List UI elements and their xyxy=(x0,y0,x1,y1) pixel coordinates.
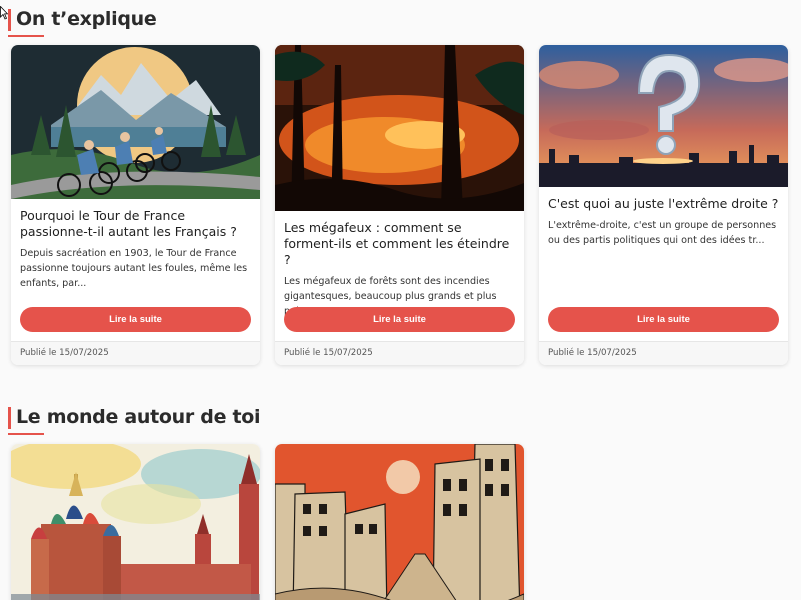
publish-date: Publié le 15/07/2025 xyxy=(539,341,788,365)
section-title: Le monde autour de toi xyxy=(16,406,261,428)
article-image[interactable] xyxy=(11,444,260,600)
article-card[interactable] xyxy=(11,444,260,600)
article-excerpt: L'extrême-droite, c'est un groupe de per… xyxy=(548,220,777,246)
article-image[interactable] xyxy=(539,45,788,187)
read-more-button[interactable]: Lire la suite xyxy=(284,307,515,332)
read-more-button[interactable]: Lire la suite xyxy=(548,307,779,332)
publish-date: Publié le 15/07/2025 xyxy=(275,341,524,365)
article-image[interactable] xyxy=(11,45,260,199)
article-image[interactable] xyxy=(275,45,524,211)
article-excerpt: Depuis sacréation en 1903, le Tour de Fr… xyxy=(20,248,248,289)
article-card[interactable] xyxy=(275,444,524,600)
heading-underline xyxy=(8,433,44,435)
article-title[interactable]: C'est quoi au juste l'extrême droite ? xyxy=(548,196,779,212)
section-heading-monde: Le monde autour de toi xyxy=(8,406,261,435)
article-title[interactable]: Les mégafeux : comment se forment-ils et… xyxy=(284,220,515,268)
article-card[interactable]: Pourquoi le Tour de France passionne-t-i… xyxy=(11,45,260,365)
article-card[interactable]: Les mégafeux : comment se forment-ils et… xyxy=(275,45,524,365)
mouse-cursor-icon xyxy=(0,6,8,20)
section-title: On t’explique xyxy=(16,8,157,30)
read-more-button[interactable]: Lire la suite xyxy=(20,307,251,332)
article-card[interactable]: C'est quoi au juste l'extrême droite ? L… xyxy=(539,45,788,365)
section-heading-explique: On t’explique xyxy=(8,8,157,37)
article-title[interactable]: Pourquoi le Tour de France passionne-t-i… xyxy=(20,208,251,240)
article-image[interactable] xyxy=(275,444,524,600)
publish-date: Publié le 15/07/2025 xyxy=(11,341,260,365)
heading-underline xyxy=(8,35,44,37)
heading-accent-bar xyxy=(8,9,11,31)
heading-accent-bar xyxy=(8,407,11,429)
